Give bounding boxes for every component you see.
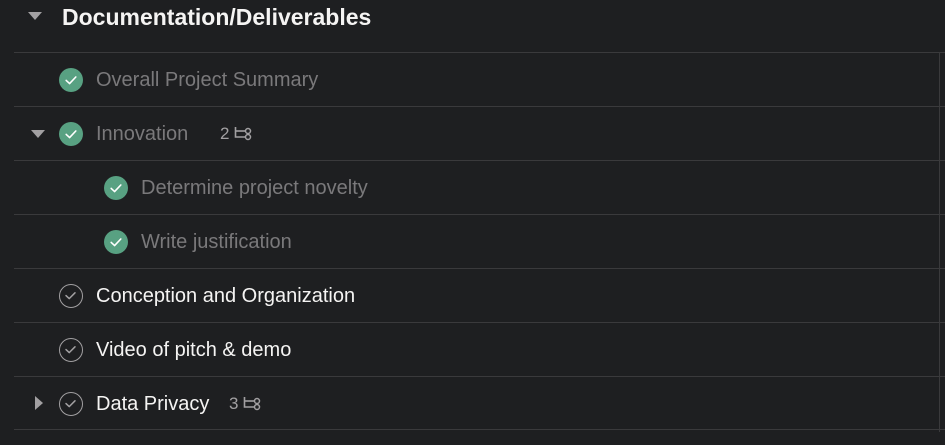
task-name[interactable]: Innovation bbox=[96, 122, 188, 146]
check-circle-outline-icon[interactable] bbox=[59, 392, 83, 416]
subtask-name[interactable]: Write justification bbox=[141, 230, 292, 254]
task-row[interactable]: Conception and Organization bbox=[14, 268, 945, 322]
subtask-count[interactable]: 2 bbox=[220, 123, 253, 145]
subtask-row[interactable]: Write justification bbox=[14, 214, 945, 268]
caret-down-icon[interactable] bbox=[31, 130, 45, 138]
caret-right-icon[interactable] bbox=[35, 396, 43, 410]
section-title[interactable]: Documentation/Deliverables bbox=[62, 3, 371, 31]
subtask-count-value: 2 bbox=[220, 124, 230, 143]
subtask-count[interactable]: 3 bbox=[229, 393, 262, 415]
task-list-page: Documentation/Deliverables Overall Proje… bbox=[0, 0, 945, 445]
task-row[interactable]: Video of pitch & demo bbox=[14, 322, 945, 376]
check-circle-outline-icon[interactable] bbox=[59, 284, 83, 308]
task-row[interactable]: Data Privacy 3 bbox=[14, 376, 945, 430]
caret-down-icon[interactable] bbox=[28, 12, 42, 20]
task-name[interactable]: Overall Project Summary bbox=[96, 68, 318, 92]
check-circle-filled-icon[interactable] bbox=[104, 176, 128, 200]
task-row[interactable]: Innovation 2 bbox=[14, 106, 945, 160]
check-circle-filled-icon[interactable] bbox=[59, 122, 83, 146]
task-name[interactable]: Video of pitch & demo bbox=[96, 338, 291, 362]
subtask-icon bbox=[235, 127, 252, 141]
subtask-icon bbox=[244, 397, 261, 411]
check-circle-filled-icon[interactable] bbox=[104, 230, 128, 254]
task-name[interactable]: Conception and Organization bbox=[96, 284, 355, 308]
task-name[interactable]: Data Privacy bbox=[96, 392, 209, 416]
subtask-count-value: 3 bbox=[229, 394, 239, 413]
check-circle-filled-icon[interactable] bbox=[59, 68, 83, 92]
task-row[interactable]: Overall Project Summary bbox=[14, 52, 945, 106]
subtask-name[interactable]: Determine project novelty bbox=[141, 176, 368, 200]
subtask-row[interactable]: Determine project novelty bbox=[14, 160, 945, 214]
check-circle-outline-icon[interactable] bbox=[59, 338, 83, 362]
section-header: Documentation/Deliverables bbox=[0, 0, 945, 52]
